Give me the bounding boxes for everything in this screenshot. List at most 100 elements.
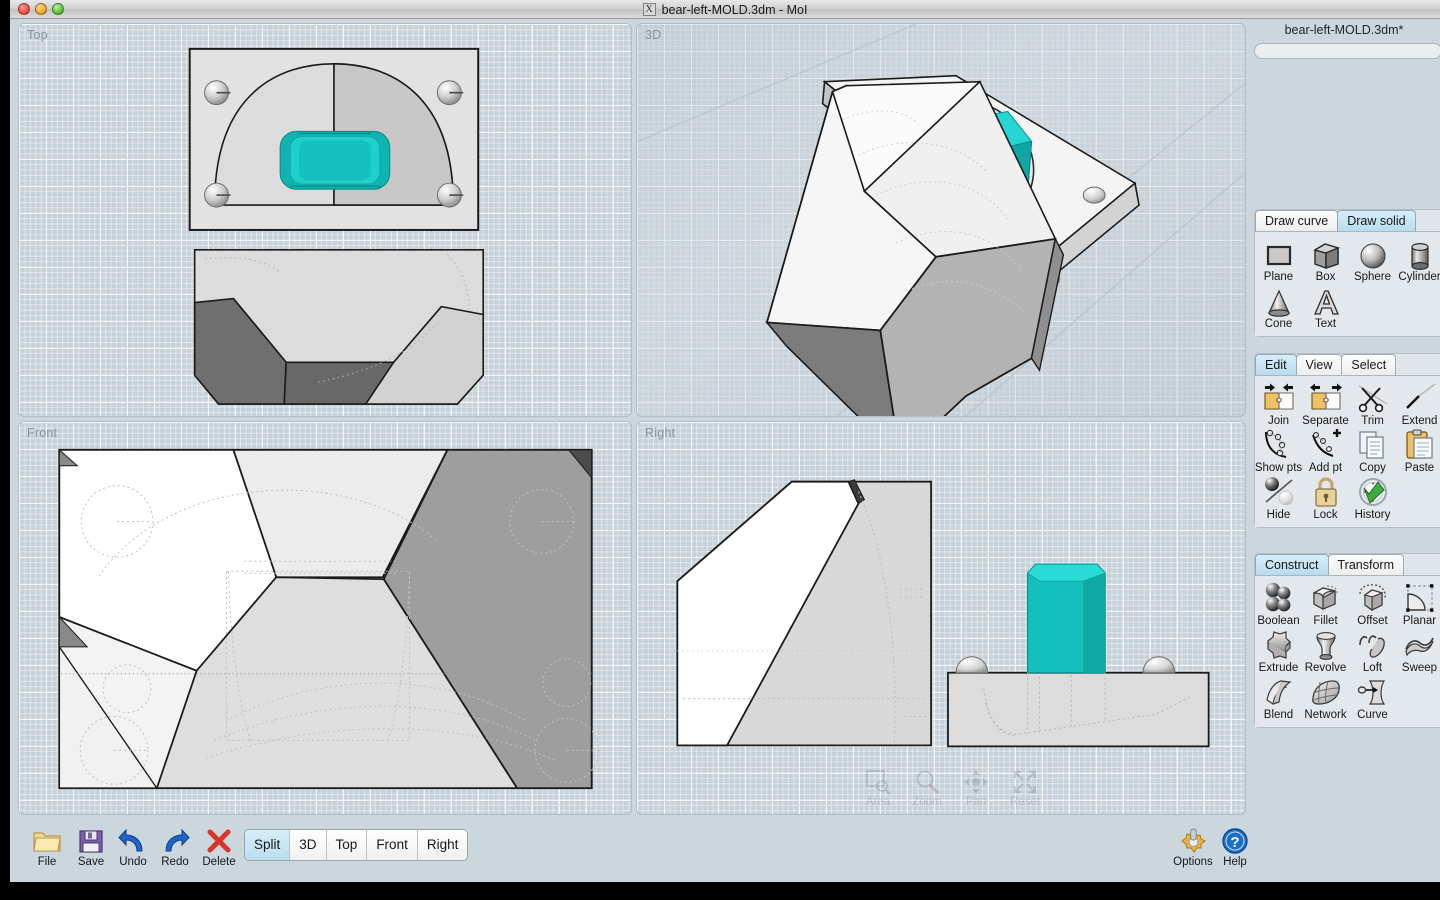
- nav-pan-label: Pan: [965, 796, 987, 808]
- save-button[interactable]: Save: [68, 826, 114, 868]
- tool-plane[interactable]: Plane: [1255, 236, 1302, 283]
- document-name-label: bear-left-MOLD.3dm*: [1284, 23, 1404, 37]
- plane-icon: [1264, 238, 1294, 270]
- tool-extend[interactable]: Extend: [1396, 380, 1440, 427]
- view-button-right[interactable]: Right: [417, 830, 468, 860]
- nav-area-button[interactable]: Area: [858, 766, 898, 808]
- tool-curve[interactable]: Curve: [1349, 674, 1396, 721]
- tool-sweep[interactable]: Sweep: [1396, 627, 1440, 674]
- tool-paste-label: Paste: [1404, 462, 1435, 474]
- four-arrow-pan-icon: [956, 766, 996, 798]
- tab-transform[interactable]: Transform: [1327, 554, 1404, 575]
- app-x-icon: X: [642, 3, 656, 16]
- file-button[interactable]: File: [24, 826, 70, 868]
- tool-boolean[interactable]: Boolean: [1255, 580, 1302, 627]
- view-button-3d[interactable]: 3D: [290, 830, 327, 860]
- tab-view[interactable]: View: [1295, 354, 1343, 375]
- tool-blend-label: Blend: [1263, 709, 1294, 721]
- tab-construct[interactable]: Construct: [1255, 554, 1329, 575]
- tool-fillet[interactable]: Fillet: [1302, 580, 1349, 627]
- cone-icon: [1264, 285, 1294, 317]
- moi-application-window: X bear-left-MOLD.3dm - MoI Top 3D Front …: [0, 0, 1440, 900]
- folder-icon: [24, 826, 70, 856]
- tab-edit[interactable]: Edit: [1255, 354, 1297, 375]
- nav-area-label: Area: [865, 796, 891, 808]
- tool-curve-label: Curve: [1357, 709, 1388, 721]
- tool-copy[interactable]: Copy: [1349, 427, 1396, 474]
- options-button[interactable]: Options: [1170, 826, 1216, 868]
- padlock-icon: [1309, 476, 1343, 508]
- tool-text-label: Text: [1314, 318, 1337, 330]
- show-points-icon: [1262, 429, 1296, 461]
- viewport-top[interactable]: Top: [18, 23, 632, 417]
- draw-palette: Draw curve Draw solid Plane Box Sphere C…: [1254, 209, 1440, 337]
- file-button-label: File: [37, 856, 57, 868]
- viewport-front-geometry: [58, 448, 600, 790]
- tool-sphere[interactable]: Sphere: [1349, 236, 1396, 283]
- tool-network-label: Network: [1304, 709, 1347, 721]
- nav-zoom-button[interactable]: Zoom: [907, 766, 947, 808]
- tool-cylinder[interactable]: Cylinder: [1396, 236, 1440, 283]
- tool-trim-label: Trim: [1361, 415, 1384, 427]
- view-button-split[interactable]: Split: [245, 830, 291, 860]
- tool-join[interactable]: Join: [1255, 380, 1302, 427]
- construct-palette: Construct Transform Boolean Fillet Offse…: [1254, 553, 1440, 728]
- tool-revolve[interactable]: Revolve: [1302, 627, 1349, 674]
- tool-text[interactable]: Text: [1302, 283, 1349, 330]
- tab-draw-solid[interactable]: Draw solid: [1337, 210, 1416, 231]
- boolean-spheres-icon: [1262, 582, 1296, 614]
- nav-pan-button[interactable]: Pan: [956, 766, 996, 808]
- tool-loft[interactable]: Loft: [1349, 627, 1396, 674]
- paste-clipboard-icon: [1403, 429, 1437, 461]
- tab-select[interactable]: Select: [1341, 354, 1397, 375]
- tool-hide[interactable]: Hide: [1255, 474, 1302, 521]
- tool-history-label: History: [1354, 509, 1391, 521]
- tool-loft-label: Loft: [1362, 662, 1383, 674]
- viewport-front[interactable]: Front: [18, 421, 632, 815]
- viewport-label-front: Front: [27, 426, 58, 440]
- edit-palette-tabs: Edit View Select: [1255, 354, 1440, 375]
- view-button-front[interactable]: Front: [367, 830, 418, 860]
- redo-arrow-icon: [152, 826, 198, 856]
- tool-add-pt-label: Add pt: [1308, 462, 1343, 474]
- tool-extrude[interactable]: Extrude: [1255, 627, 1302, 674]
- tool-blend[interactable]: Blend: [1255, 674, 1302, 721]
- viewport-label-3d: 3D: [645, 28, 662, 42]
- curve-icon: [1356, 676, 1390, 708]
- tool-trim[interactable]: Trim: [1349, 380, 1396, 427]
- tool-add-pt[interactable]: Add pt: [1302, 427, 1349, 474]
- command-options-input[interactable]: [1254, 43, 1440, 59]
- extrude-star-icon: [1262, 629, 1296, 661]
- help-button[interactable]: ? Help: [1212, 826, 1258, 868]
- viewport-top-geometry: [188, 47, 484, 405]
- tab-draw-curve[interactable]: Draw curve: [1255, 210, 1339, 231]
- viewport-3d[interactable]: 3D: [636, 23, 1246, 417]
- expand-reset-icon: [1005, 766, 1045, 798]
- viewport-right[interactable]: Right Area Zoom Pan Reset: [636, 421, 1246, 815]
- tool-network[interactable]: Network: [1302, 674, 1349, 721]
- tool-cone[interactable]: Cone: [1255, 283, 1302, 330]
- viewport-label-top: Top: [27, 28, 48, 42]
- tool-planar[interactable]: Planar: [1396, 580, 1440, 627]
- delete-button[interactable]: Delete: [196, 826, 242, 868]
- tool-history[interactable]: History: [1349, 474, 1396, 521]
- view-button-top[interactable]: Top: [326, 830, 368, 860]
- hide-spheres-icon: [1262, 476, 1296, 508]
- undo-button[interactable]: Undo: [110, 826, 156, 868]
- redo-button[interactable]: Redo: [152, 826, 198, 868]
- area-zoom-icon: [858, 766, 898, 798]
- tool-paste[interactable]: Paste: [1396, 427, 1440, 474]
- edit-palette: Edit View Select Join Separate Trim Exte…: [1254, 353, 1440, 528]
- viewport-nav-widget: Area Zoom Pan Reset: [858, 766, 1045, 808]
- fillet-icon: [1309, 582, 1343, 614]
- tool-offset[interactable]: Offset: [1349, 580, 1396, 627]
- tool-separate[interactable]: Separate: [1302, 380, 1349, 427]
- tool-lock[interactable]: Lock: [1302, 474, 1349, 521]
- nav-reset-button[interactable]: Reset: [1005, 766, 1045, 808]
- tool-show-pts-label: Show pts: [1254, 462, 1303, 474]
- tool-show-pts[interactable]: Show pts: [1255, 427, 1302, 474]
- tool-box[interactable]: Box: [1302, 236, 1349, 283]
- window-title: bear-left-MOLD.3dm - MoI: [661, 2, 808, 17]
- cylinder-icon: [1405, 238, 1435, 270]
- tool-offset-label: Offset: [1357, 615, 1388, 627]
